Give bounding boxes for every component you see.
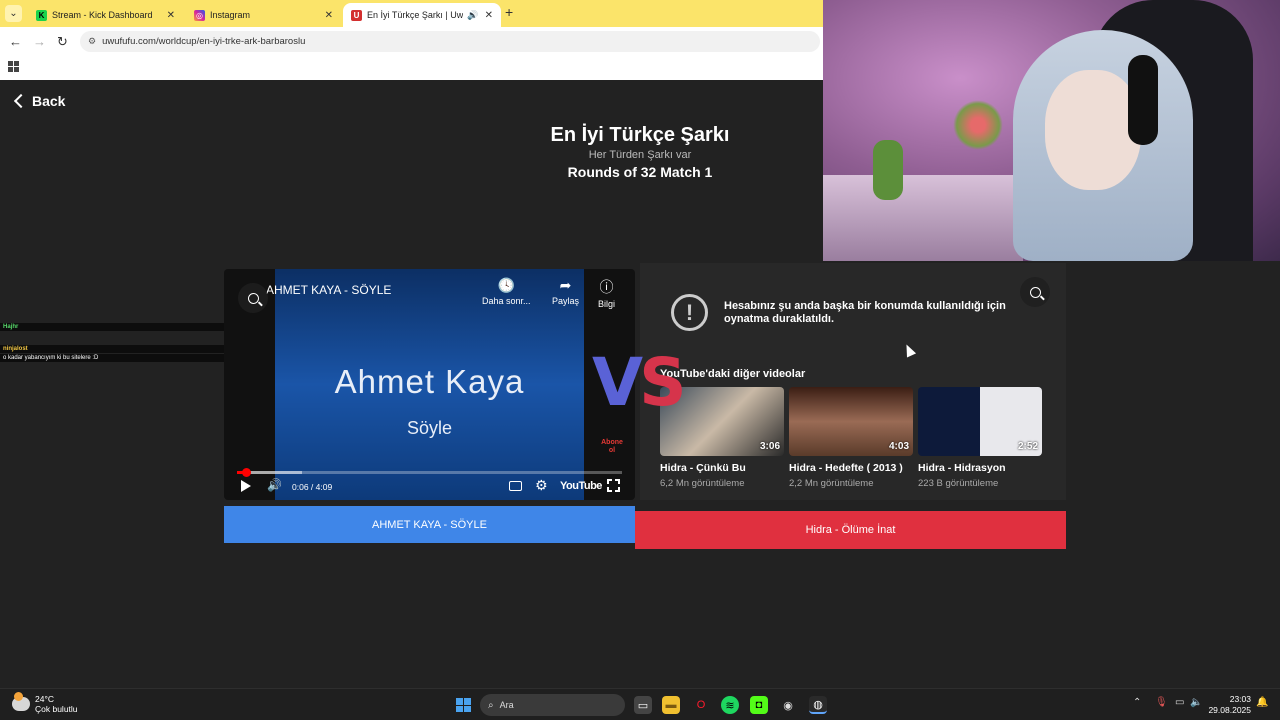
progress-bar[interactable] <box>237 468 622 477</box>
apps-grid-icon[interactable] <box>8 61 19 72</box>
file-explorer-icon[interactable]: ▬ <box>662 696 680 714</box>
bookmarks-bar <box>0 56 823 80</box>
subscribe-watermark[interactable]: Abone ol <box>600 439 624 463</box>
close-icon[interactable]: ✕ <box>325 10 333 21</box>
info-icon: ⓘ <box>599 279 614 295</box>
taskbar-clock[interactable]: 23:03 29.08.2025 <box>1205 694 1251 716</box>
webcam-plant <box>873 140 903 200</box>
webcam-headset <box>1128 55 1158 145</box>
related-video-card[interactable]: 2:52 Hidra - Hidrasyon 223 B görüntüleme <box>918 387 1042 489</box>
video-thumbnail[interactable]: 2:52 <box>918 387 1042 456</box>
alert-icon: ! <box>671 294 708 331</box>
play-icon[interactable] <box>241 480 251 492</box>
left-video-player[interactable]: Ahmet Kaya Söyle AHMET KAYA - SÖYLE 🕓 Da… <box>224 269 635 500</box>
close-icon[interactable]: ✕ <box>485 10 493 21</box>
tab-search-button[interactable]: ⌄ <box>5 5 22 22</box>
volume-icon[interactable]: 🔊 <box>267 478 282 492</box>
settings-gear-icon[interactable]: ⚙ <box>535 477 548 494</box>
video-thumbnail[interactable]: 4:03 <box>789 387 913 456</box>
windows-start-icon[interactable] <box>456 698 471 712</box>
search-icon: ⌕ <box>488 699 494 711</box>
kick-app-icon[interactable]: ◘ <box>750 696 768 714</box>
share-button[interactable]: ➦ Paylaş <box>552 277 579 306</box>
opera-icon[interactable]: O <box>692 696 710 714</box>
vote-right-button[interactable]: Hidra - Ölüme İnat <box>635 511 1066 549</box>
volume-tray-icon[interactable]: 🔈 <box>1190 697 1202 708</box>
clock-icon: 🕓 <box>497 277 515 293</box>
right-video-player[interactable]: ! Hesabınız şu anda başka bir konumda ku… <box>640 263 1066 500</box>
zoom-in-icon[interactable] <box>1020 277 1050 307</box>
obs-icon[interactable]: ◉ <box>779 696 797 714</box>
chevron-left-icon <box>13 93 29 109</box>
page-subtitle: Her Türden Şarkı var <box>588 149 692 161</box>
cloudy-weather-icon <box>12 692 30 711</box>
subtitles-icon[interactable] <box>509 481 522 491</box>
related-video-card[interactable]: 4:03 Hidra - Hedefte ( 2013 ) 2,2 Mn gör… <box>789 387 913 489</box>
uwufufu-icon: U <box>351 9 362 21</box>
site-settings-icon[interactable]: ⚙ <box>88 36 96 47</box>
stream-chat-overlay: Hajhr ninjalost o kadar yabancıyım ki bu… <box>0 323 224 363</box>
tab-strip: ⌄ K Stream - Kick Dashboard ✕ ◎ Instagra… <box>0 0 823 27</box>
time-display: 0:06 / 4:09 <box>292 482 333 492</box>
speaker-icon[interactable]: 🔊 <box>467 10 478 21</box>
related-videos: 3:06 Hidra - Çünkü Bu 6,2 Mn görüntüleme… <box>660 387 1042 489</box>
instagram-icon: ◎ <box>194 9 205 21</box>
related-video-title[interactable]: Hidra - Çünkü Bu <box>660 462 784 474</box>
back-arrow-icon[interactable]: ← <box>9 34 22 49</box>
webcam-overlay <box>823 0 1280 261</box>
info-button[interactable]: ⓘ Bilgi <box>598 277 615 309</box>
chat-message: Hajhr <box>0 323 224 331</box>
chevron-up-icon[interactable]: ⌃ <box>1133 697 1141 708</box>
microphone-icon[interactable]: 🎙 <box>1155 697 1168 708</box>
notification-bell-icon[interactable]: 🔔 <box>1256 697 1268 708</box>
task-view-icon[interactable]: ▭ <box>634 696 652 714</box>
related-video-title[interactable]: Hidra - Hidrasyon <box>918 462 1042 474</box>
chat-message: ninjalost <box>0 345 224 353</box>
chrome-icon[interactable]: ◍ <box>809 696 827 714</box>
progress-handle[interactable] <box>242 468 252 477</box>
related-video-views: 6,2 Mn görüntüleme <box>660 478 745 489</box>
back-button[interactable]: Back <box>13 93 65 109</box>
windows-taskbar: 24°C Çok bulutlu ⌕ Ara ▭ ▬ O ≋ ◘ ◉ ◍ ⌃ 🎙… <box>0 688 1280 720</box>
new-tab-button[interactable]: + <box>505 4 513 20</box>
tab-kick-dashboard[interactable]: K Stream - Kick Dashboard ✕ <box>28 3 183 27</box>
vs-badge: VS <box>592 344 687 421</box>
webcam-flowers <box>953 100 1003 150</box>
address-bar-row: ← → ↻ ⚙ uwufufu.com/worldcup/en-iyi-trke… <box>0 27 823 56</box>
kick-icon: K <box>36 9 47 21</box>
video-artist-overlay: Ahmet Kaya <box>334 363 525 400</box>
tab-instagram[interactable]: ◎ Instagram ✕ <box>186 3 341 27</box>
spotify-icon[interactable]: ≋ <box>721 696 739 714</box>
related-video-views: 223 B görüntüleme <box>918 478 999 489</box>
vote-left-button[interactable]: AHMET KAYA - SÖYLE <box>224 506 635 543</box>
taskbar-search[interactable]: ⌕ Ara <box>480 694 625 716</box>
video-title[interactable]: AHMET KAYA - SÖYLE <box>266 283 391 297</box>
related-video-views: 2,2 Mn görüntüleme <box>789 478 874 489</box>
network-icon[interactable]: ▭ <box>1175 697 1184 708</box>
tab-uwufufu[interactable]: U En İyi Türkçe Şarkı | UwUFUFU 🔊 ✕ <box>343 3 501 27</box>
video-song-overlay: Söyle <box>406 418 453 438</box>
youtube-logo[interactable]: YouTube <box>560 480 602 492</box>
share-icon: ➦ <box>559 277 572 293</box>
playback-paused-message: Hesabınız şu anda başka bir konumda kull… <box>724 300 1006 325</box>
webcam-face <box>1045 70 1141 190</box>
related-video-title[interactable]: Hidra - Hedefte ( 2013 ) <box>789 462 913 474</box>
weather-widget[interactable]: 24°C Çok bulutlu <box>12 692 78 714</box>
reload-icon[interactable]: ↻ <box>57 34 68 50</box>
url-input[interactable]: ⚙ uwufufu.com/worldcup/en-iyi-trke-ark-b… <box>80 31 820 52</box>
fullscreen-icon[interactable] <box>607 479 620 492</box>
zoom-in-icon[interactable] <box>238 283 268 313</box>
round-label: Rounds of 32 Match 1 <box>567 164 713 180</box>
watch-later-button[interactable]: 🕓 Daha sonr... <box>482 277 531 306</box>
chat-message: o kadar yabancıyım ki bu sitelere :D <box>0 354 224 362</box>
close-icon[interactable]: ✕ <box>167 10 175 21</box>
forward-arrow-icon[interactable]: → <box>33 34 46 49</box>
page-title: En İyi Türkçe Şarkı <box>550 124 730 146</box>
webcam-shelf <box>823 175 1023 261</box>
